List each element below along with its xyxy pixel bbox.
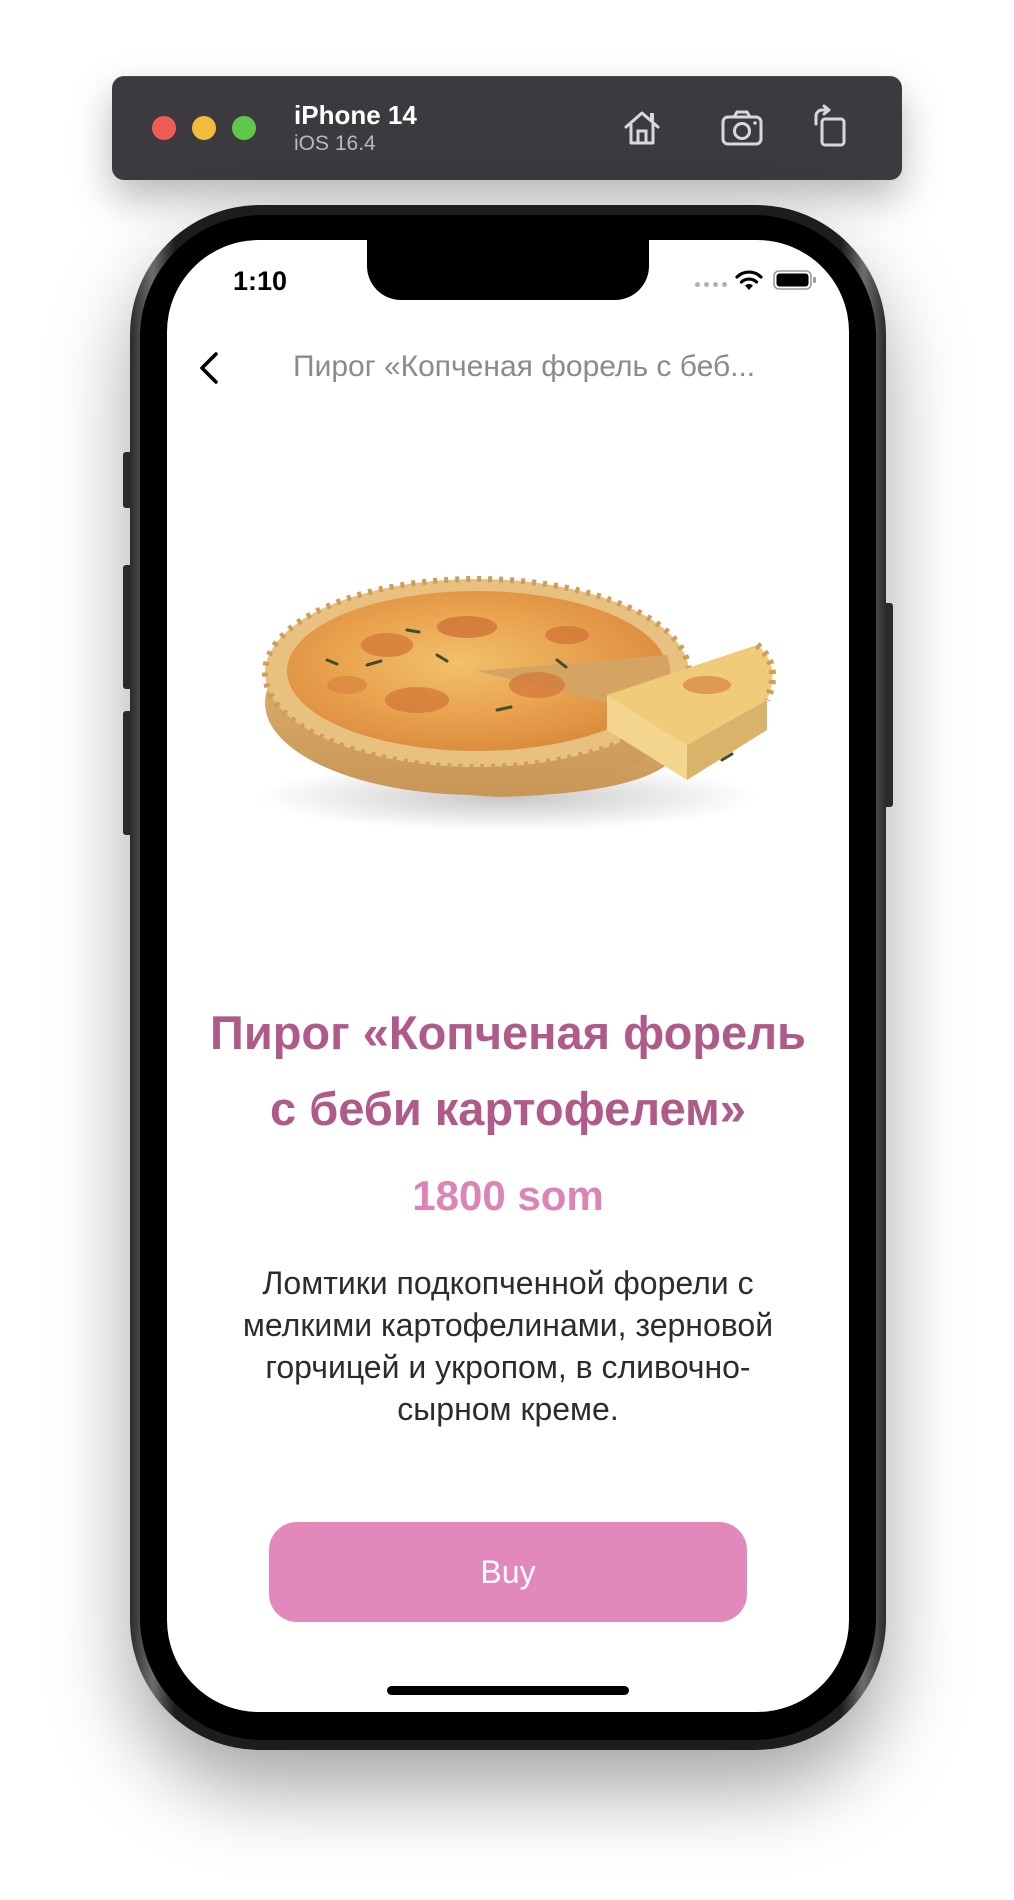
home-icon[interactable] — [618, 104, 666, 152]
cellular-dots-icon — [695, 282, 727, 287]
product-description: Ломтики подкопченной форели с мелкими ка… — [187, 1262, 829, 1430]
battery-icon — [773, 270, 816, 290]
product-image — [237, 535, 787, 845]
chevron-left-icon — [200, 352, 218, 384]
nav-title: Пирог «Копченая форель с беб... — [293, 350, 756, 383]
product-title-line: Пирог «Копченая форель — [210, 1006, 806, 1059]
zoom-window-button[interactable] — [232, 116, 256, 140]
product-title: Пирог «Копченая форель с беби картофелем… — [167, 995, 849, 1147]
device-name: iPhone 14 — [294, 100, 417, 130]
notch — [367, 240, 649, 300]
home-indicator[interactable] — [387, 1686, 629, 1695]
description-line: горчицей и укропом, в сливочно- — [265, 1349, 751, 1385]
back-button[interactable] — [189, 344, 233, 392]
wifi-icon — [735, 270, 763, 290]
rotate-icon[interactable] — [808, 104, 856, 152]
description-line: сырном креме. — [397, 1391, 619, 1427]
phone-screen: 1:10 Пирог «Копченая форель с беб... Пир… — [167, 240, 849, 1712]
status-time: 1:10 — [233, 266, 288, 296]
product-title-line: с беби картофелем» — [270, 1082, 746, 1135]
screenshot-icon[interactable] — [718, 104, 766, 152]
os-version: iOS 16.4 — [294, 132, 376, 155]
product-price: 1800 som — [412, 1172, 604, 1219]
description-line: мелкими картофелинами, зерновой — [242, 1307, 774, 1343]
buy-button[interactable]: Buy — [269, 1522, 747, 1622]
close-window-button[interactable] — [152, 116, 176, 140]
simulator-toolbar: iPhone 14 iOS 16.4 — [112, 76, 902, 180]
minimize-window-button[interactable] — [192, 116, 216, 140]
description-line: Ломтики подкопченной форели с — [262, 1265, 754, 1301]
